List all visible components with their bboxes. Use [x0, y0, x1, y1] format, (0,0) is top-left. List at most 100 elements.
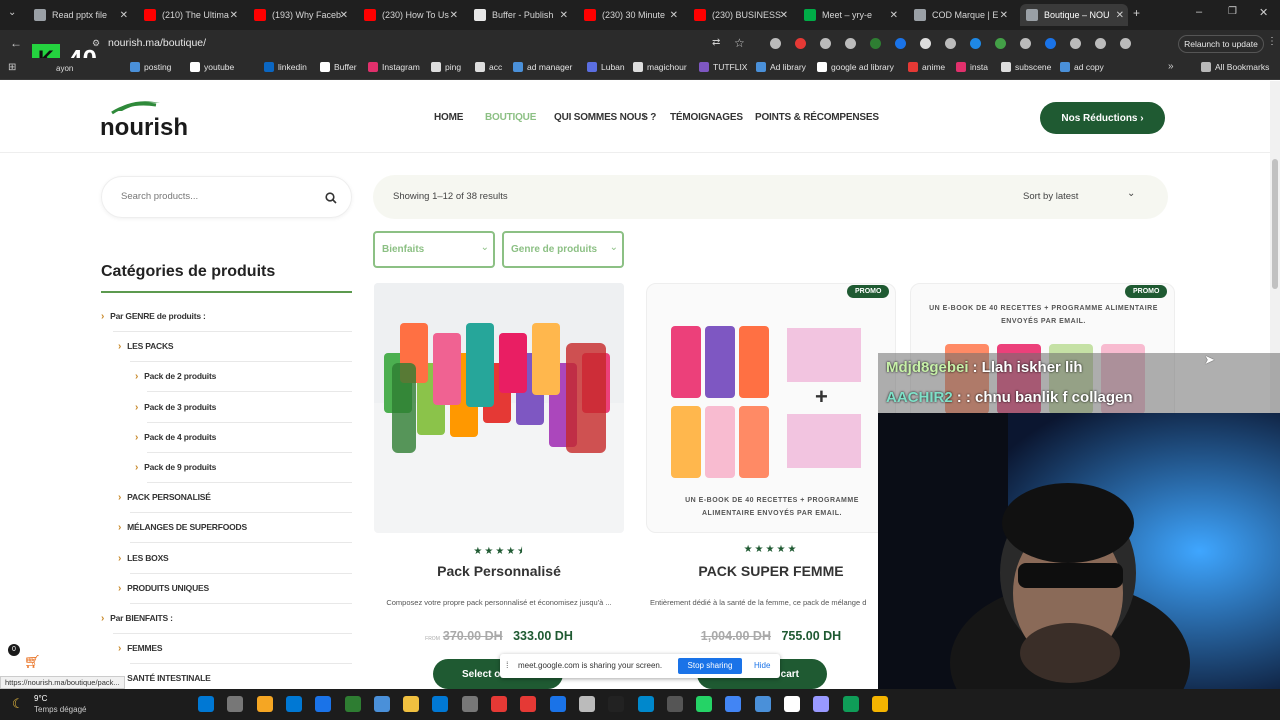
browser-tab[interactable]: Boutique – NOU ✕ [1020, 4, 1128, 26]
nav-item[interactable]: POINTS & RÉCOMPENSES [755, 112, 879, 123]
close-tab-icon[interactable]: ✕ [1000, 10, 1008, 21]
bookmark-item[interactable]: subscene [1001, 62, 1051, 72]
extension-icon[interactable] [820, 38, 831, 49]
taskbar-app-icon[interactable] [315, 696, 332, 712]
drag-handle-icon[interactable]: ⁞ [506, 660, 509, 670]
restore-icon[interactable]: ❐ [1228, 6, 1237, 17]
bookmark-item[interactable]: posting [130, 62, 171, 72]
taskbar-app-icon[interactable] [403, 696, 420, 712]
taskbar-app-icon[interactable] [871, 696, 888, 712]
new-tab-icon[interactable]: + [1133, 6, 1140, 20]
category-item[interactable]: PACK PERSONALISÉ [118, 492, 211, 503]
browser-tab[interactable]: (230) How To Us ✕ [358, 4, 462, 26]
bookmark-item[interactable]: TUTFLIX [699, 62, 747, 72]
category-item[interactable]: Pack de 9 produits [135, 462, 216, 473]
category-item[interactable]: MÉLANGES DE SUPERFOODS [118, 522, 247, 533]
more-bookmarks-icon[interactable]: » [1168, 61, 1174, 72]
taskbar-app-icon[interactable] [549, 696, 566, 712]
close-window-icon[interactable]: ✕ [1259, 6, 1268, 19]
taskbar-app-icon[interactable] [725, 696, 742, 712]
taskbar-app-icon[interactable] [256, 696, 273, 712]
product-image[interactable]: + UN E-BOOK DE 40 RECETTES + PROGRAMME A… [646, 283, 896, 533]
bookmark-item[interactable]: acc [475, 62, 502, 72]
taskbar-app-icon[interactable] [813, 696, 830, 712]
extension-icon[interactable] [895, 38, 906, 49]
minimize-icon[interactable]: – [1196, 6, 1202, 18]
category-item[interactable]: Pack de 4 produits [135, 432, 216, 443]
taskbar-app-icon[interactable] [578, 696, 595, 712]
browser-tab[interactable]: (230) BUSINESS ✕ [688, 4, 792, 26]
category-item[interactable]: LES PACKS [118, 341, 173, 352]
category-item[interactable]: SANTÉ INTESTINALE [118, 673, 211, 684]
taskbar-app-icon[interactable] [608, 696, 625, 712]
bookmark-item[interactable]: magichour [633, 62, 687, 72]
extension-icon[interactable] [1020, 38, 1031, 49]
taskbar-app-icon[interactable] [285, 696, 302, 712]
tab-search-icon[interactable]: ⌄ [8, 7, 16, 18]
filter-genre[interactable]: Genre de produits ⌄ [502, 231, 624, 268]
taskbar-app-icon[interactable] [373, 696, 390, 712]
taskbar-app-icon[interactable] [520, 696, 537, 712]
browser-tab[interactable]: (230) 30 Minute ✕ [578, 4, 682, 26]
browser-tab[interactable]: Buffer - Publish ✕ [468, 4, 572, 26]
bookmark-item[interactable]: Luban [587, 62, 625, 72]
close-tab-icon[interactable]: ✕ [560, 10, 568, 21]
category-item[interactable]: Par GENRE de produits : [101, 311, 206, 322]
apps-icon[interactable]: ⊞ [8, 62, 16, 73]
scrollbar-thumb[interactable] [1272, 159, 1278, 289]
extension-icon[interactable] [1095, 38, 1106, 49]
chevron-down-icon[interactable]: ⌄ [1127, 188, 1135, 199]
taskbar-app-icon[interactable] [696, 696, 713, 712]
hide-button[interactable]: Hide [754, 661, 770, 670]
close-tab-icon[interactable]: ✕ [450, 10, 458, 21]
category-item[interactable]: Pack de 2 produits [135, 371, 216, 382]
nav-item[interactable]: BOUTIQUE [485, 112, 536, 123]
close-tab-icon[interactable]: ✕ [120, 10, 128, 21]
extension-icon[interactable] [870, 38, 881, 49]
cart-icon[interactable]: 🛒︎ [24, 654, 41, 670]
relaunch-button[interactable]: Relaunch to update [1178, 35, 1264, 53]
close-tab-icon[interactable]: ✕ [230, 10, 238, 21]
category-item[interactable]: Pack de 3 produits [135, 402, 216, 413]
taskbar-app-icon[interactable] [666, 696, 683, 712]
browser-tab[interactable]: COD Marque | E ✕ [908, 4, 1012, 26]
bookmark-item[interactable]: ad copy [1060, 62, 1104, 72]
extension-icon[interactable] [1070, 38, 1081, 49]
close-tab-icon[interactable]: ✕ [780, 10, 788, 21]
bookmark-item[interactable]: anime [908, 62, 945, 72]
translate-icon[interactable]: ⇄ [712, 37, 720, 48]
taskbar-app-icon[interactable] [432, 696, 449, 712]
extension-icon[interactable] [795, 38, 806, 49]
stop-sharing-button[interactable]: Stop sharing [678, 658, 742, 674]
extension-icon[interactable] [995, 38, 1006, 49]
extension-icon[interactable] [770, 38, 781, 49]
taskbar-app-icon[interactable] [637, 696, 654, 712]
nav-item[interactable]: TÉMOIGNAGES [670, 112, 743, 123]
menu-icon[interactable]: ⋮ [1267, 36, 1277, 47]
search-icon[interactable] [325, 192, 337, 204]
bookmark-item[interactable]: google ad library [817, 62, 894, 72]
product-title[interactable]: Pack Personnalisé [374, 563, 624, 579]
taskbar-app-icon[interactable] [198, 696, 214, 712]
product-image[interactable] [374, 283, 624, 533]
nourish-logo[interactable]: nourish [100, 95, 192, 139]
site-info-icon[interactable]: ⚙ [92, 38, 100, 49]
category-item[interactable]: FEMMES [118, 643, 162, 654]
extension-icon[interactable] [920, 38, 931, 49]
taskbar-app-icon[interactable] [784, 696, 800, 712]
bookmark-item[interactable]: Ad library [756, 62, 806, 72]
bookmark-item[interactable]: linkedin [264, 62, 307, 72]
category-item[interactable]: PRODUITS UNIQUES [118, 583, 209, 594]
extension-icon[interactable] [945, 38, 956, 49]
browser-tab[interactable]: (193) Why Faceb ✕ [248, 4, 352, 26]
nav-item[interactable]: HOME [434, 112, 463, 123]
sort-select[interactable]: Sort by latest [1023, 191, 1078, 202]
product-title[interactable]: PACK SUPER FEMME [646, 563, 896, 579]
close-tab-icon[interactable]: ✕ [1116, 10, 1124, 21]
nav-item[interactable]: QUI SOMMES NOUS ? [554, 112, 656, 123]
bookmark-item[interactable]: ping [431, 62, 461, 72]
extension-icon[interactable] [1120, 38, 1131, 49]
taskbar-app-icon[interactable] [491, 696, 507, 712]
bookmark-item[interactable]: Buffer [320, 62, 357, 72]
bookmark-partial[interactable]: ayon [56, 64, 73, 73]
